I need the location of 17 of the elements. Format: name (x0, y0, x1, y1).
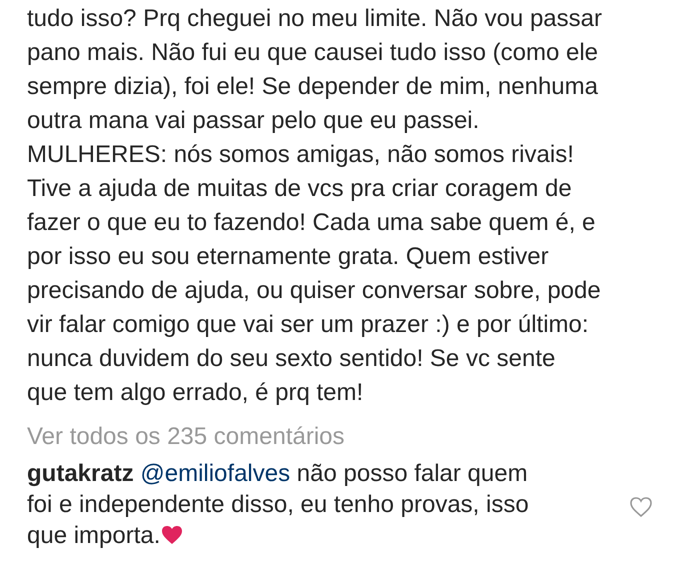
caption-line: Tive a ajuda de muitas de vcs pra criar coragem de (27, 174, 572, 204)
caption-line: que tem algo errado, é prq tem! (27, 378, 364, 408)
comment-text: gutakratz @emiliofalves não posso falar quem foi e independente disso, eu tenho provas, isso que importa. (27, 459, 529, 551)
caption-line: pano mais. Não fui eu que causei tudo isso (como ele (27, 38, 598, 68)
caption-line: fazer o que eu to fazendo! Cada uma sabe quem é, e (27, 208, 596, 238)
caption-line: precisando de ajuda, ou quiser conversar sobre, pode (27, 276, 601, 306)
caption-line: outra mana vai passar pelo que eu passei. (27, 106, 480, 136)
caption-line: por isso eu sou eternamente grata. Quem estiver (27, 242, 549, 272)
username-link[interactable]: gutakratz (27, 460, 134, 487)
caption-line: nunca duvidem do seu sexto sentido! Se vc sente (27, 344, 556, 374)
caption-line: vir falar comigo que vai ser um prazer :) e por último: (27, 310, 589, 340)
caption-line: tudo isso? Prq cheguei no meu limite. Não vou passar (27, 4, 602, 34)
heart-icon (160, 524, 184, 546)
like-heart-icon[interactable] (629, 496, 653, 518)
caption-line: sempre dizia), foi ele! Se depender de mim, nenhuma (27, 72, 598, 102)
caption-line: MULHERES: nós somos amigas, não somos rivais! (27, 140, 574, 170)
mention-link[interactable]: @emiliofalves (140, 460, 290, 487)
